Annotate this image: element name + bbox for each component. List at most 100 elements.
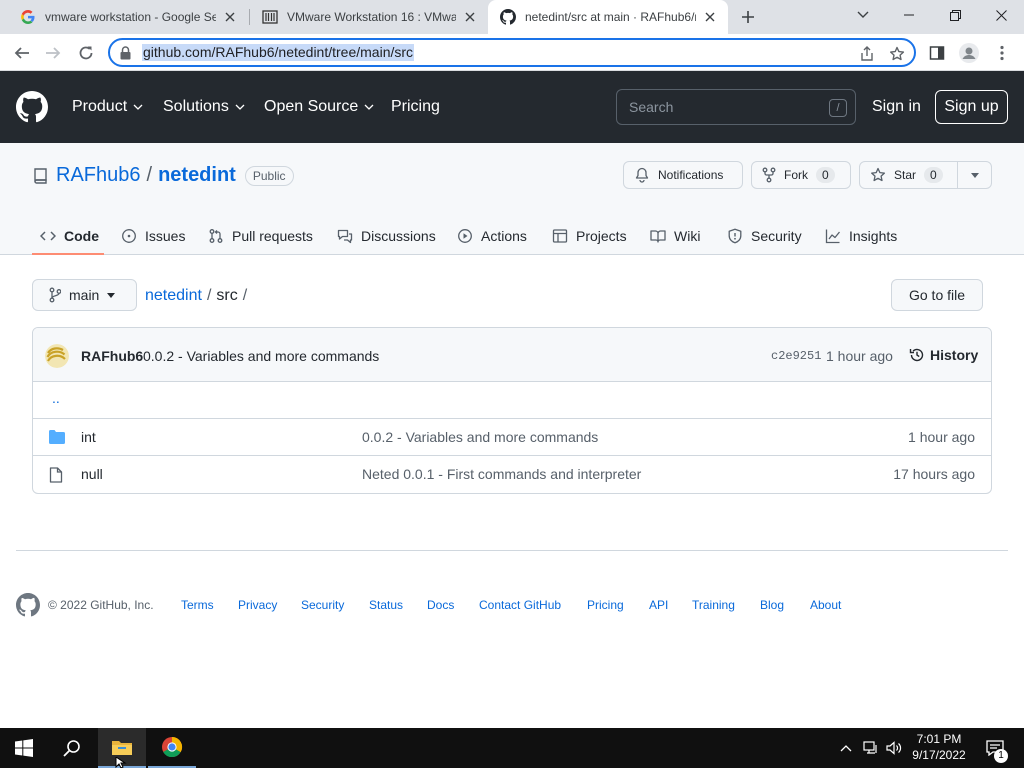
commit-sha-link[interactable]: c2e9251: [771, 349, 821, 363]
tab-issues[interactable]: Issues: [121, 223, 185, 249]
back-button[interactable]: [9, 40, 35, 66]
forward-button[interactable]: [40, 40, 66, 66]
tab-actions[interactable]: Actions: [457, 223, 527, 249]
nav-open-source[interactable]: Open Source: [264, 98, 374, 116]
bell-icon: [634, 167, 650, 183]
footer-link-about[interactable]: About: [810, 598, 841, 612]
repo-name-link[interactable]: netedint: [158, 164, 236, 187]
file-name-link[interactable]: int: [81, 429, 96, 445]
breadcrumb-repo-link[interactable]: netedint: [145, 287, 202, 305]
history-icon: [909, 347, 925, 363]
history-label: History: [930, 347, 979, 363]
footer-link-contact[interactable]: Contact GitHub: [479, 598, 561, 612]
notifications-button[interactable]: Notifications: [623, 161, 743, 189]
tab-security[interactable]: Security: [727, 223, 802, 249]
nav-pricing[interactable]: Pricing: [391, 98, 440, 116]
minimize-icon: [904, 14, 914, 16]
tab-code[interactable]: Code: [40, 223, 99, 249]
tab-wiki[interactable]: Wiki: [650, 223, 700, 249]
side-panel-icon[interactable]: [926, 42, 948, 64]
sign-up-button[interactable]: Sign up: [935, 90, 1008, 124]
discussion-icon: [337, 228, 353, 244]
browser-tab-google[interactable]: vmware workstation - Google Se: [8, 0, 248, 34]
chrome-menu-button[interactable]: [991, 42, 1013, 64]
footer-link-training[interactable]: Training: [692, 598, 735, 612]
footer-link-security[interactable]: Security: [301, 598, 344, 612]
branch-select-button[interactable]: main: [32, 279, 137, 311]
browser-tab-github[interactable]: netedint/src at main · RAFhub6/n: [488, 0, 728, 34]
table-row[interactable]: int 0.0.2 - Variables and more commands …: [33, 419, 991, 456]
repo-owner-link[interactable]: RAFhub6: [56, 164, 141, 187]
github-logo-icon[interactable]: [16, 91, 48, 123]
tab-insights[interactable]: Insights: [825, 223, 897, 249]
footer-link-status[interactable]: Status: [369, 598, 403, 612]
close-tab-icon[interactable]: [702, 9, 718, 25]
sign-in-link[interactable]: Sign in: [872, 98, 921, 116]
tab-label: Wiki: [674, 228, 701, 244]
commit-author-link[interactable]: RAFhub6: [81, 348, 143, 364]
start-button[interactable]: [0, 728, 48, 768]
star-dropdown-button[interactable]: [957, 161, 992, 189]
tab-discussions[interactable]: Discussions: [337, 223, 436, 249]
caret-down-icon: [107, 292, 116, 298]
restore-button[interactable]: [932, 0, 978, 30]
close-window-button[interactable]: [978, 0, 1024, 30]
reload-button[interactable]: [73, 40, 99, 66]
network-button[interactable]: [860, 728, 882, 768]
github-icon: [500, 9, 516, 25]
search-taskbar-button[interactable]: [48, 728, 96, 768]
file-commit-message-link[interactable]: Neted 0.0.1 - First commands and interpr…: [362, 466, 641, 482]
footer-link-docs[interactable]: Docs: [427, 598, 454, 612]
show-hidden-icons-button[interactable]: [836, 728, 856, 768]
footer-link-terms[interactable]: Terms: [181, 598, 214, 612]
search-input[interactable]: Search /: [616, 89, 856, 125]
profile-avatar[interactable]: [958, 42, 980, 64]
avatar[interactable]: [45, 344, 69, 368]
nav-solutions[interactable]: Solutions: [163, 98, 245, 116]
footer-link-privacy[interactable]: Privacy: [238, 598, 277, 612]
notification-count-badge: 1: [994, 749, 1008, 763]
tab-projects[interactable]: Projects: [552, 223, 627, 249]
tab-title: VMware Workstation 16 : VMwar: [287, 10, 456, 24]
file-name-link[interactable]: null: [81, 466, 103, 482]
fork-icon: [762, 167, 776, 183]
latest-commit-bar: RAFhub6 0.0.2 - Variables and more comma…: [33, 328, 991, 382]
bookmark-star-icon[interactable]: [888, 45, 906, 63]
chrome-taskbar-button[interactable]: [148, 728, 196, 768]
go-to-file-button[interactable]: Go to file: [891, 279, 983, 311]
minimize-button[interactable]: [886, 0, 932, 30]
fork-button[interactable]: Fork 0: [751, 161, 851, 189]
repo-title-separator: /: [146, 164, 153, 186]
tab-pull-requests[interactable]: Pull requests: [208, 223, 313, 249]
close-tab-icon[interactable]: [222, 9, 238, 25]
action-center-button[interactable]: [980, 728, 1010, 768]
close-tab-icon[interactable]: [462, 9, 478, 25]
url-text[interactable]: github.com/RAFhub6/netedint/tree/main/sr…: [142, 44, 415, 61]
plus-icon: [742, 11, 754, 23]
table-row[interactable]: null Neted 0.0.1 - First commands and in…: [33, 456, 991, 493]
browser-tab-vmware[interactable]: VMware Workstation 16 : VMwar: [250, 0, 488, 34]
footer-link-blog[interactable]: Blog: [760, 598, 784, 612]
footer-link-api[interactable]: API: [649, 598, 668, 612]
new-tab-button[interactable]: [736, 5, 760, 29]
search-icon: [63, 740, 80, 757]
caret-down-icon: [970, 172, 979, 178]
search-shortcut-key: /: [829, 99, 847, 117]
history-link[interactable]: History: [909, 347, 978, 363]
parent-directory-link[interactable]: ..: [52, 390, 60, 406]
address-bar[interactable]: github.com/RAFhub6/netedint/tree/main/sr…: [108, 38, 916, 67]
nav-product[interactable]: Product: [72, 98, 143, 116]
commit-message-link[interactable]: 0.0.2 - Variables and more commands: [143, 348, 379, 364]
windows-taskbar: 7:01 PM 9/17/2022 1: [0, 728, 1024, 768]
tab-label: Discussions: [361, 228, 436, 244]
parent-directory-row[interactable]: ..: [33, 382, 991, 419]
share-icon[interactable]: [858, 45, 876, 63]
repo-tabs: Code Issues Pull requests Discussions Ac…: [0, 217, 1024, 255]
file-commit-message-link[interactable]: 0.0.2 - Variables and more commands: [362, 429, 598, 445]
system-clock[interactable]: 7:01 PM 9/17/2022: [902, 731, 976, 763]
github-mark-icon[interactable]: [16, 593, 40, 617]
tab-search-button[interactable]: [840, 0, 886, 30]
footer-link-pricing[interactable]: Pricing: [587, 598, 624, 612]
lock-icon[interactable]: [120, 46, 131, 60]
star-button[interactable]: Star 0: [859, 161, 958, 189]
